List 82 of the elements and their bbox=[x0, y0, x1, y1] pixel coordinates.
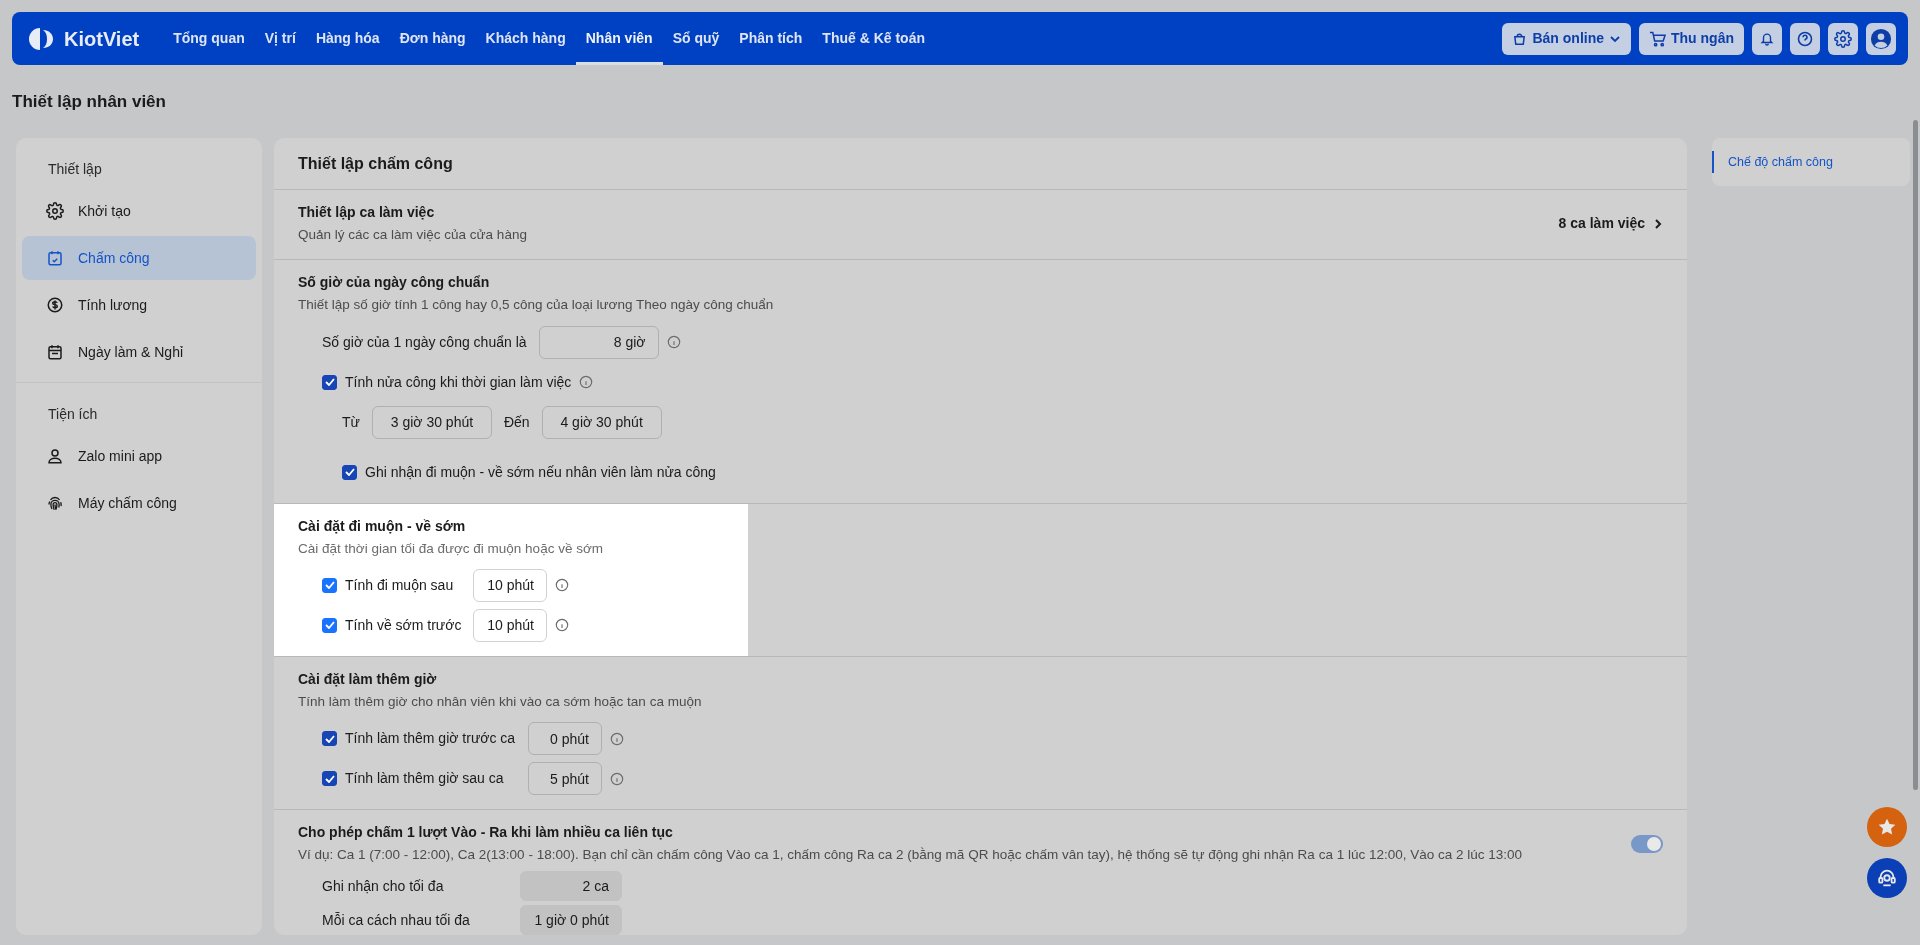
nav-link[interactable]: Vị trí bbox=[254, 12, 306, 65]
section-title: Cài đặt đi muộn - về sớm bbox=[298, 516, 467, 536]
sidebar-item[interactable]: Máy chấm công bbox=[22, 481, 256, 525]
toggle-switch[interactable] bbox=[1631, 834, 1663, 853]
cashier-button[interactable]: Thu ngân bbox=[1639, 22, 1744, 55]
section-description: Thiết lập số giờ tính 1 công hay 0,5 công của loại lương Theo ngày công chuẩn bbox=[298, 296, 775, 315]
brand-name: KiotViet bbox=[64, 26, 140, 52]
nav-link[interactable]: Sổ quỹ bbox=[662, 12, 730, 65]
page-title: Thiết lập nhân viên bbox=[11, 90, 167, 113]
checkbox[interactable] bbox=[322, 731, 337, 746]
dropdown-button[interactable]: Bán online bbox=[1502, 22, 1631, 55]
section-description: Ví dụ: Ca 1 (7:00 - 12:00), Ca 2(13:00 - 18:00). Bạn chỉ cần chấm công Vào ca 1, chấm công Ra ca 2 (bằng mã QR hoặc chấm vân tay), hệ thống sẽ tự động ghi nhận Ra ca 1 lúc 12:00, Vào ca 2 lúc 13:00 bbox=[298, 846, 1524, 864]
field-label: Số giờ của 1 ngày công chuẩn là bbox=[322, 332, 527, 352]
range-label: Đến bbox=[503, 412, 530, 432]
nav-link[interactable]: Đơn hàng bbox=[389, 12, 476, 65]
chevron-right-icon bbox=[1653, 217, 1663, 230]
gear-icon bbox=[46, 202, 64, 220]
checkbox-label[interactable]: Tính nửa công khi thời gian làm việc bbox=[345, 371, 572, 393]
checkbox-label[interactable]: Tính đi muộn sau bbox=[345, 574, 465, 596]
nav-link[interactable]: Thuế & Kế toán bbox=[812, 12, 935, 65]
checkbox[interactable] bbox=[322, 617, 337, 633]
shifts-link[interactable]: 8 ca làm việc bbox=[1558, 213, 1663, 235]
section-description: Quản lý các ca làm việc của cửa hàng bbox=[298, 226, 528, 244]
input-field[interactable]: 8 giờ bbox=[538, 325, 659, 359]
headset-icon bbox=[1876, 867, 1898, 889]
section-description: Cài đặt thời gian tối đa được đi muộn hoặc về sớm bbox=[298, 539, 604, 558]
sidebar-item[interactable]: Khởi tạo bbox=[22, 189, 256, 233]
settings-icon bbox=[1834, 29, 1852, 48]
input-field[interactable]: 0 phút bbox=[528, 722, 602, 755]
bell-icon bbox=[1760, 31, 1774, 46]
nav-link[interactable]: Nhân viên bbox=[575, 12, 663, 65]
input-field[interactable]: 4 giờ 30 phút bbox=[541, 405, 662, 439]
input-field[interactable]: 5 phút bbox=[528, 762, 602, 795]
nav-link[interactable]: Tổng quan bbox=[163, 12, 255, 65]
input-field[interactable]: 10 phút bbox=[473, 568, 547, 602]
sidebar-heading: Tiện ích bbox=[47, 404, 99, 424]
fingerprint-icon bbox=[46, 494, 64, 512]
sidebar-item[interactable]: Ngày làm & Nghỉ bbox=[22, 330, 256, 374]
dollar-circle-icon bbox=[46, 296, 64, 314]
sidebar-item[interactable]: Tính lương bbox=[22, 283, 256, 327]
checkbox-label[interactable]: Tính làm thêm giờ trước ca bbox=[345, 728, 520, 749]
calendar-check-icon bbox=[46, 249, 64, 267]
checkbox[interactable] bbox=[322, 771, 337, 786]
range-label: Từ bbox=[342, 412, 360, 432]
checkbox[interactable] bbox=[322, 374, 337, 390]
checkbox[interactable] bbox=[322, 577, 337, 593]
sidebar-heading: Thiết lập bbox=[47, 159, 103, 179]
input-field[interactable]: 3 giờ 30 phút bbox=[371, 405, 492, 439]
help-button[interactable] bbox=[1790, 22, 1820, 55]
favorite-button[interactable] bbox=[1867, 807, 1907, 847]
avatar-icon bbox=[1870, 27, 1892, 50]
sidebar-item[interactable]: Zalo mini app bbox=[22, 434, 256, 478]
section-description: Tính làm thêm giờ cho nhân viên khi vào ca sớm hoặc tan ca muộn bbox=[298, 692, 703, 711]
cart-icon bbox=[1649, 30, 1666, 47]
support-button[interactable] bbox=[1867, 858, 1907, 898]
calendar-icon bbox=[46, 343, 64, 361]
logo-icon bbox=[28, 25, 56, 52]
bag-icon bbox=[1512, 31, 1528, 46]
checkbox-label[interactable]: Ghi nhận đi muộn - về sớm nếu nhân viên làm nửa công bbox=[365, 461, 716, 483]
checkbox[interactable] bbox=[342, 464, 357, 480]
card-title: Thiết lập chấm công bbox=[274, 138, 1687, 190]
outline-link[interactable]: Chế độ chấm công bbox=[1712, 151, 1833, 173]
person-icon bbox=[46, 447, 64, 465]
section-title: Cài đặt làm thêm giờ bbox=[298, 669, 438, 689]
nav-link[interactable]: Khách hàng bbox=[475, 12, 576, 65]
scrollbar[interactable] bbox=[1913, 120, 1918, 790]
account-button[interactable] bbox=[1866, 22, 1896, 55]
star-icon bbox=[1877, 817, 1897, 837]
checkbox-label[interactable]: Tính làm thêm giờ sau ca bbox=[345, 768, 520, 789]
field-label: Mỗi ca cách nhau tối đa bbox=[322, 910, 471, 930]
nav-link[interactable]: Phân tích bbox=[729, 12, 813, 65]
section-title: Thiết lập ca làm việc bbox=[298, 203, 436, 222]
notification-button[interactable] bbox=[1752, 22, 1782, 55]
section-title: Cho phép chấm 1 lượt Vào - Ra khi làm nhiều ca liên tục bbox=[298, 823, 674, 842]
input-field[interactable]: 10 phút bbox=[473, 608, 547, 642]
checkbox-label[interactable]: Tính về sớm trước bbox=[345, 614, 465, 636]
help-icon bbox=[1797, 30, 1813, 47]
sidebar-item[interactable]: Chấm công bbox=[22, 236, 256, 280]
settings-button[interactable] bbox=[1828, 22, 1858, 55]
section-title: Số giờ của ngày công chuẩn bbox=[298, 273, 491, 293]
field-label: Ghi nhận cho tối đa bbox=[322, 876, 445, 896]
nav-link[interactable]: Hàng hóa bbox=[305, 12, 390, 65]
